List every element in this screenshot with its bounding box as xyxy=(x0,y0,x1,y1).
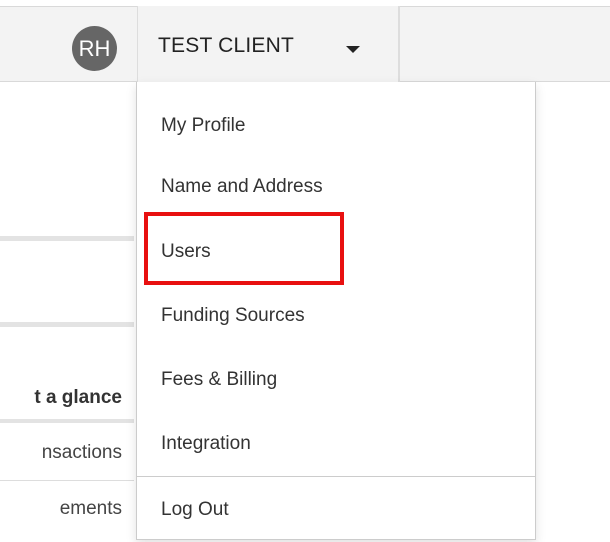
app-window: RH TEST CLIENT t a glance nsactions emen… xyxy=(0,0,610,542)
menu-item-log-out[interactable]: Log Out xyxy=(137,488,535,532)
caret-down-icon xyxy=(346,46,360,53)
section-divider xyxy=(0,236,134,241)
transactions-link[interactable]: nsactions xyxy=(0,442,122,464)
user-avatar[interactable]: RH xyxy=(72,26,117,71)
menu-item-name-and-address[interactable]: Name and Address xyxy=(137,165,535,209)
section-divider xyxy=(0,322,134,327)
topbar-separator xyxy=(399,6,400,82)
client-dropdown-menu: My Profile Name and Address Users Fundin… xyxy=(136,82,536,540)
background-panel: t a glance nsactions ements xyxy=(0,82,134,542)
menu-divider xyxy=(137,476,535,477)
statements-link[interactable]: ements xyxy=(0,498,122,520)
menu-item-integration[interactable]: Integration xyxy=(137,422,535,466)
section-divider xyxy=(0,419,134,423)
menu-item-my-profile[interactable]: My Profile xyxy=(137,104,535,148)
menu-item-users[interactable]: Users xyxy=(137,230,535,274)
list-divider xyxy=(0,480,134,481)
client-menu-toggle[interactable]: TEST CLIENT xyxy=(137,6,399,82)
client-name-label: TEST CLIENT xyxy=(158,34,295,57)
menu-item-funding-sources[interactable]: Funding Sources xyxy=(137,294,535,338)
at-a-glance-heading: t a glance xyxy=(34,387,122,408)
menu-item-fees-and-billing[interactable]: Fees & Billing xyxy=(137,358,535,402)
